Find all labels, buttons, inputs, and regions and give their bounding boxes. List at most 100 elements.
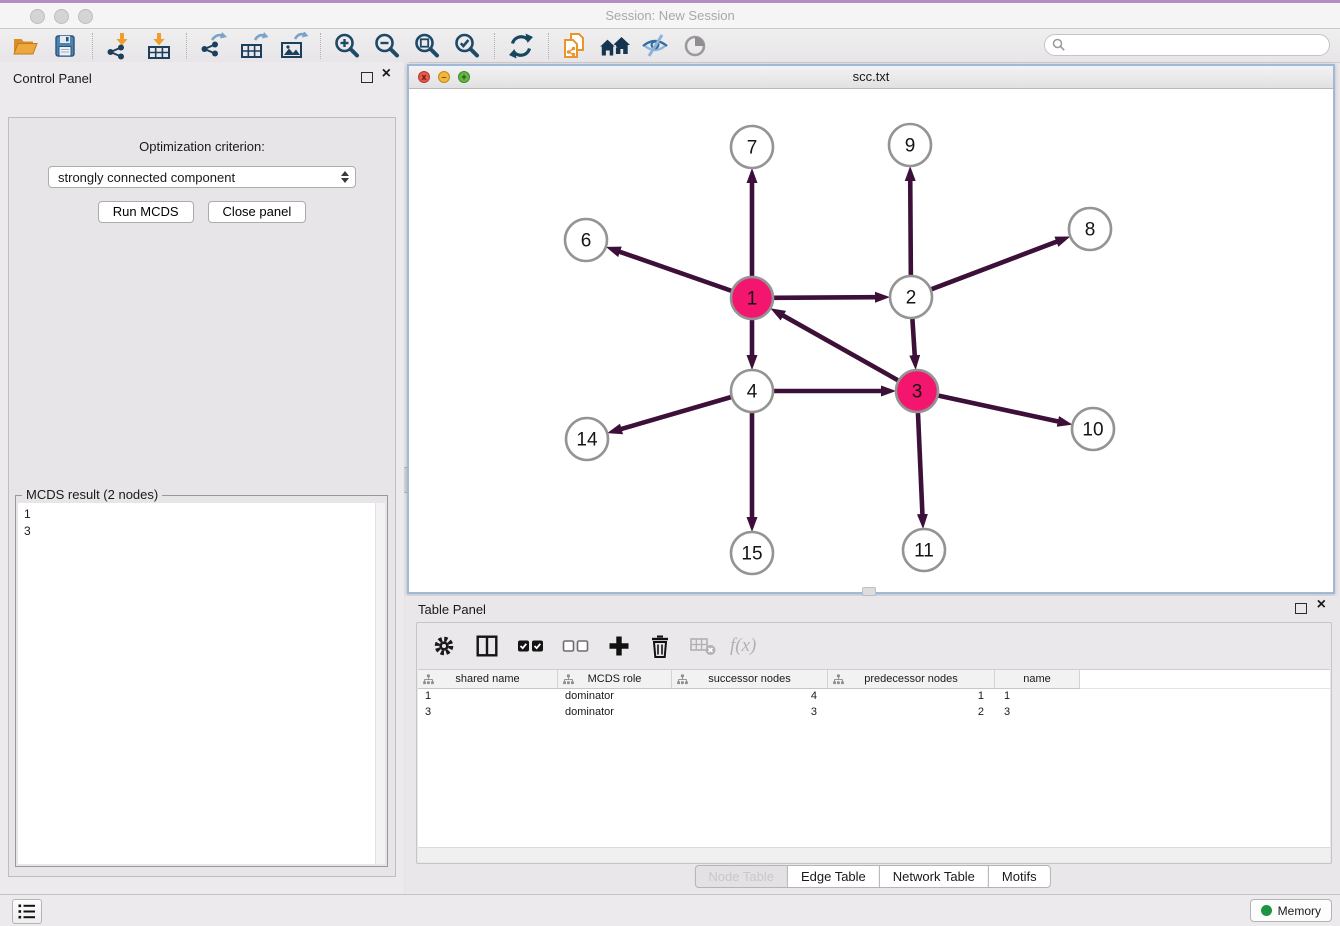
graph-edge-3-1[interactable] [782, 315, 897, 380]
deselect-all-icon[interactable] [562, 637, 590, 655]
columns-icon[interactable] [474, 633, 500, 659]
table-horizontal-scrollbar[interactable] [418, 847, 1330, 862]
node-table: shared nameMCDS role successor nodes prede… [418, 669, 1330, 847]
table-cell[interactable]: 3 [995, 705, 1080, 721]
table-cell[interactable]: 3 [672, 705, 828, 721]
function-icon[interactable]: f(x) [730, 635, 756, 657]
column-header-name[interactable]: name [995, 670, 1080, 689]
graph-node-label: 10 [1082, 420, 1103, 441]
close-panel-button[interactable]: Close panel [208, 201, 307, 223]
zoom-selected-icon[interactable] [450, 31, 484, 61]
graph-node-label: 14 [576, 430, 598, 451]
graph-edge-2-9[interactable] [910, 180, 911, 275]
table-tab-edge-table[interactable]: Edge Table [787, 865, 880, 888]
float-panel-icon[interactable] [361, 72, 373, 83]
table-cell[interactable]: dominator [558, 705, 672, 721]
search-field[interactable] [1044, 34, 1330, 56]
table-tabs: Node TableEdge TableNetwork TableMotifs [694, 865, 1050, 888]
table-cell[interactable]: 2 [828, 705, 995, 721]
trash-icon[interactable] [648, 633, 672, 659]
column-header-label: successor nodes [708, 673, 791, 685]
zoom-out-icon[interactable] [370, 31, 404, 61]
close-table-panel-icon[interactable]: × [1317, 596, 1326, 614]
graph-edge-1-6[interactable] [619, 252, 731, 291]
memory-button[interactable]: Memory [1250, 899, 1332, 922]
column-header-successor-nodes[interactable]: successor nodes [672, 670, 828, 689]
table-tab-motifs[interactable]: Motifs [988, 865, 1051, 888]
clone-documents-icon[interactable] [558, 31, 592, 61]
table-cell[interactable]: 1 [995, 689, 1080, 705]
toolbar-separator [320, 33, 321, 59]
attribute-icon [423, 674, 434, 685]
table-cell[interactable]: 4 [672, 689, 828, 705]
float-table-panel-icon[interactable] [1295, 603, 1307, 614]
network-window-titlebar[interactable]: x – + scc.txt [409, 66, 1333, 89]
table-row[interactable]: 1dominator411 [418, 689, 1330, 705]
export-table-icon[interactable] [236, 31, 270, 61]
table-cell[interactable]: 1 [828, 689, 995, 705]
search-input[interactable] [1070, 36, 1329, 54]
table-tab-node-table[interactable]: Node Table [694, 865, 788, 888]
select-all-icon[interactable] [517, 637, 545, 655]
eye-icon[interactable] [678, 31, 712, 61]
maximize-window-icon[interactable] [78, 9, 93, 24]
zoom-in-icon[interactable] [330, 31, 364, 61]
horizontal-splitter-handle[interactable] [862, 587, 876, 596]
run-mcds-button[interactable]: Run MCDS [98, 201, 194, 223]
attribute-icon [563, 674, 574, 685]
import-table-icon[interactable] [142, 31, 176, 61]
graph-edge-3-11[interactable] [918, 413, 922, 515]
table-tab-network-table[interactable]: Network Table [879, 865, 989, 888]
column-header-MCDS-role[interactable]: MCDS role [558, 670, 672, 689]
control-panel-title: Control Panel [13, 71, 92, 86]
hide-eye-icon[interactable] [638, 31, 672, 61]
refresh-icon[interactable] [504, 31, 538, 61]
houses-icon[interactable] [598, 31, 632, 61]
optimization-select[interactable]: strongly connected component [48, 166, 356, 188]
close-panel-icon[interactable]: × [382, 65, 391, 83]
graph-edge-3-10[interactable] [939, 396, 1059, 422]
list-icon [17, 903, 37, 920]
table-cell[interactable]: dominator [558, 689, 672, 705]
table-cell[interactable]: 1 [418, 689, 558, 705]
graph-node-label: 4 [747, 382, 758, 403]
close-window-icon[interactable] [30, 9, 45, 24]
mcds-result-title: MCDS result (2 nodes) [22, 487, 162, 502]
graph-edge-2-3[interactable] [912, 319, 914, 356]
graph-node-label: 1 [747, 289, 758, 310]
table-row[interactable]: 3dominator323 [418, 705, 1330, 721]
search-icon [1052, 38, 1066, 52]
close-network-icon[interactable]: x [418, 71, 430, 83]
export-image-icon[interactable] [276, 31, 310, 61]
mcds-result-text[interactable]: 13 [18, 503, 385, 864]
graph-edge-1-2[interactable] [774, 297, 876, 298]
add-icon[interactable] [607, 634, 631, 658]
maximize-network-icon[interactable]: + [458, 71, 470, 83]
window-title: Session: New Session [0, 3, 1340, 28]
gear-icon[interactable] [431, 633, 457, 659]
optimization-selected-value: strongly connected component [58, 170, 235, 185]
delete-table-icon[interactable] [689, 635, 717, 657]
zoom-fit-icon[interactable] [410, 31, 444, 61]
table-cell[interactable]: 3 [418, 705, 558, 721]
column-header-predecessor-nodes[interactable]: predecessor nodes [828, 670, 995, 689]
minimize-window-icon[interactable] [54, 9, 69, 24]
open-folder-icon[interactable] [8, 31, 42, 61]
save-icon[interactable] [48, 31, 82, 61]
graph-edge-4-14[interactable] [621, 397, 731, 429]
table-panel-title: Table Panel [418, 602, 486, 617]
network-window-controls: x – + [418, 71, 470, 83]
task-list-button[interactable] [12, 899, 42, 924]
network-canvas[interactable]: 7968124314101511 [409, 89, 1333, 592]
column-header-shared-name[interactable]: shared name [418, 670, 558, 689]
export-network-icon[interactable] [196, 31, 230, 61]
graph-edge-2-8[interactable] [932, 241, 1058, 289]
memory-label: Memory [1278, 904, 1321, 918]
toolbar-separator [186, 33, 187, 59]
network-view-window: x – + scc.txt 7968124314101511 [407, 64, 1335, 594]
import-network-icon[interactable] [102, 31, 136, 61]
graph-node-label: 3 [912, 382, 923, 403]
minimize-network-icon[interactable]: – [438, 71, 450, 83]
result-scrollbar[interactable] [375, 503, 385, 864]
mcds-result-box: MCDS result (2 nodes) 13 [15, 495, 388, 867]
